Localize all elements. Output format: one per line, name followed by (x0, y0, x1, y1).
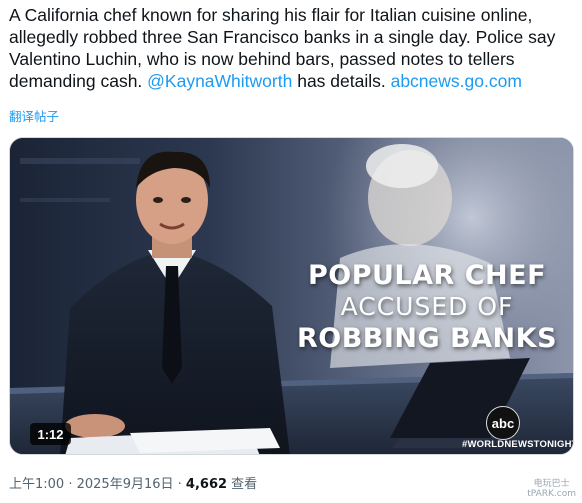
show-hashtag: #WORLDNEWSTONIGHT (462, 439, 574, 450)
tweet-text: A California chef known for sharing his … (9, 4, 574, 92)
watermark-line-2: tPARK.com (527, 489, 576, 499)
tweet-body-continued: has details. (292, 71, 391, 91)
mention-link[interactable]: @KaynaWhitworth (147, 71, 292, 91)
post-date: 2025年9月16日 (76, 477, 174, 492)
video-duration-badge: 1:12 (30, 423, 71, 445)
site-watermark: 电玩巴士 tPARK.com (527, 479, 576, 499)
post-time-link[interactable]: 上午1:00 · 2025年9月16日 (9, 477, 174, 492)
headline-line-1: POPULAR CHEF (307, 260, 547, 291)
external-link[interactable]: abcnews.go.com (391, 71, 522, 91)
headline-line-2: ACCUSED OF (340, 292, 514, 321)
views-count: 4,662 (185, 477, 228, 492)
meta-separator: · (173, 477, 186, 492)
watermark-line-1: 电玩巴士 (533, 479, 570, 489)
meta-separator: · (64, 477, 77, 492)
tweet-meta: 上午1:00 · 2025年9月16日 · 4,662 查看 (9, 473, 257, 492)
video-headline: POPULAR CHEF ACCUSED OF ROBBING BANKS (292, 259, 562, 355)
translate-post-link[interactable]: 翻译帖子 (9, 106, 59, 125)
views-label: 查看 (227, 477, 258, 492)
abc-logo: abc (486, 406, 520, 440)
headline-line-3: ROBBING BANKS (296, 323, 558, 354)
post-time: 上午1:00 (9, 477, 65, 492)
video-player[interactable]: POPULAR CHEF ACCUSED OF ROBBING BANKS ab… (9, 137, 574, 455)
